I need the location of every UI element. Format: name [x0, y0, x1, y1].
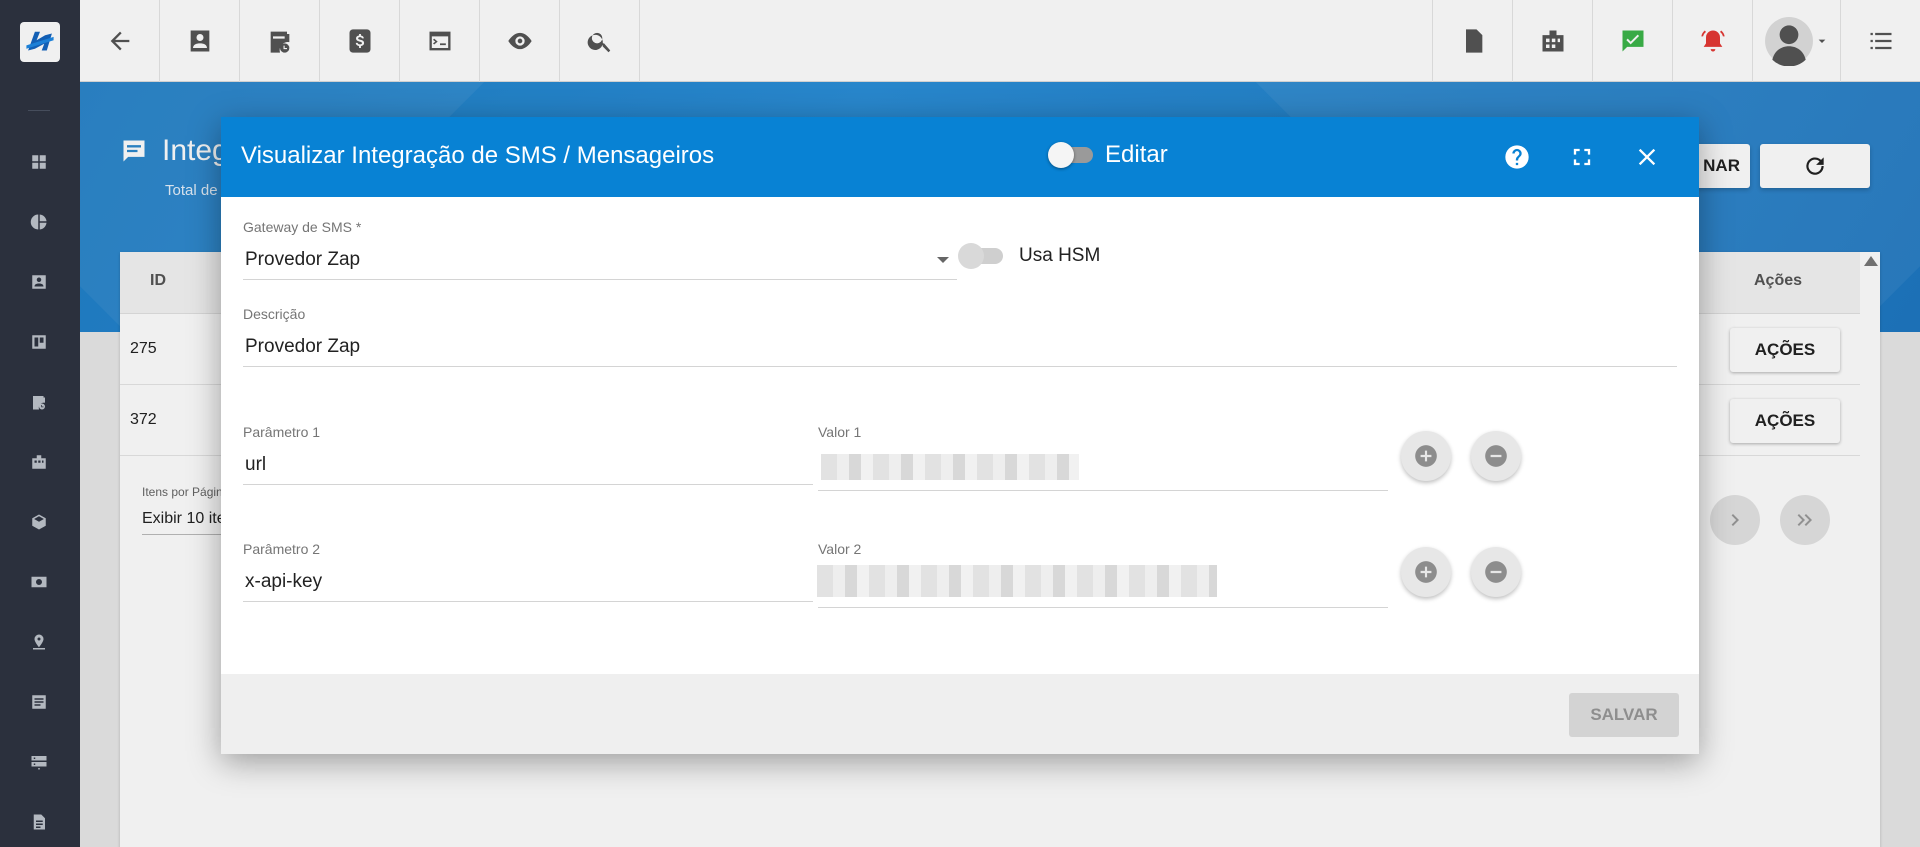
param-1-label: Parâmetro 1 — [243, 424, 321, 440]
hsm-toggle[interactable] — [958, 243, 1003, 269]
add-param-1-button[interactable] — [1401, 431, 1451, 481]
value-2-redacted — [817, 565, 1217, 597]
fullscreen-button[interactable] — [1566, 141, 1598, 173]
param-2-label: Parâmetro 2 — [243, 541, 321, 557]
plus-circle-icon — [1415, 561, 1437, 583]
add-param-2-button[interactable] — [1401, 547, 1451, 597]
minus-circle-icon — [1485, 561, 1507, 583]
description-field[interactable]: Provedor Zap — [243, 336, 1677, 367]
gateway-label: Gateway de SMS * — [243, 219, 362, 235]
help-icon — [1505, 145, 1529, 169]
param-2-field[interactable]: x-api-key — [243, 571, 813, 602]
close-icon — [1638, 148, 1656, 166]
fullscreen-icon — [1573, 148, 1591, 166]
remove-param-2-button[interactable] — [1471, 547, 1521, 597]
hsm-toggle-group: Usa HSM — [958, 243, 1101, 269]
close-button[interactable] — [1631, 141, 1663, 173]
description-label: Descrição — [243, 306, 306, 322]
dialog-header: Visualizar Integração de SMS / Mensageir… — [221, 117, 1699, 197]
plus-circle-icon — [1415, 445, 1437, 467]
remove-param-1-button[interactable] — [1471, 431, 1521, 481]
edit-toggle-group: Editar — [1048, 141, 1168, 169]
save-button[interactable]: SALVAR — [1569, 693, 1679, 737]
value-2-label: Valor 2 — [818, 541, 862, 557]
dialog-title: Visualizar Integração de SMS / Mensageir… — [241, 142, 715, 169]
dialog-footer: SALVAR — [221, 674, 1699, 754]
hsm-label: Usa HSM — [1019, 245, 1101, 266]
sms-integration-dialog: Visualizar Integração de SMS / Mensageir… — [221, 117, 1699, 754]
gateway-select[interactable]: Provedor Zap — [243, 249, 957, 280]
help-button[interactable] — [1501, 141, 1533, 173]
chevron-down-icon[interactable] — [937, 257, 949, 263]
param-1-field[interactable]: url — [243, 454, 813, 485]
value-1-label: Valor 1 — [818, 424, 862, 440]
edit-label: Editar — [1105, 141, 1168, 168]
edit-toggle[interactable] — [1048, 142, 1093, 168]
value-1-redacted — [821, 454, 1079, 480]
minus-circle-icon — [1485, 445, 1507, 467]
